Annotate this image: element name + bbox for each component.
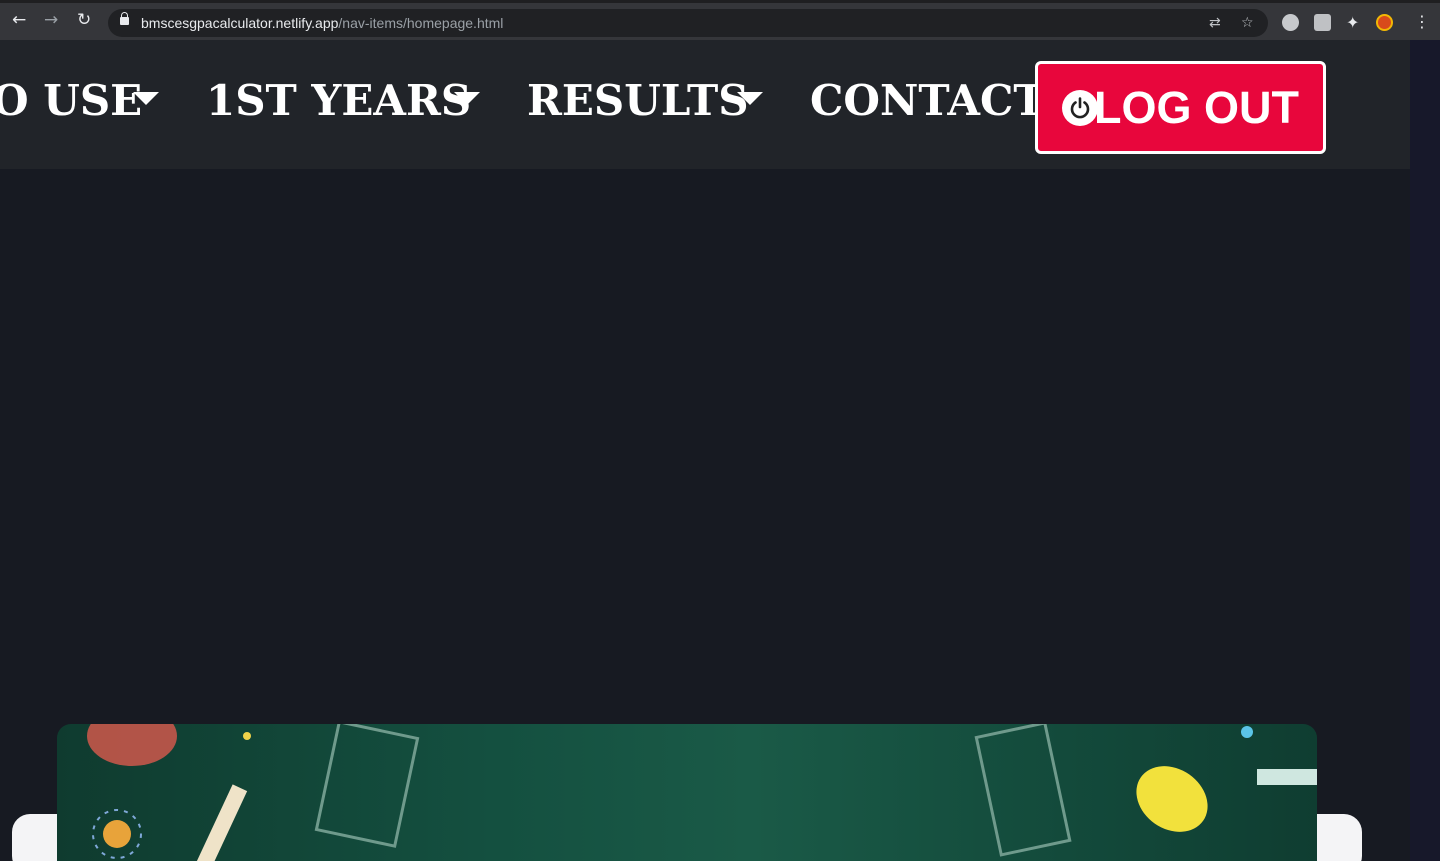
puzzle-extensions-icon[interactable]: ✦ <box>1346 13 1363 32</box>
logout-button[interactable]: LOG OUT <box>1035 61 1326 154</box>
translate-icon[interactable]: ⇄ <box>1209 15 1221 31</box>
url-text[interactable]: bmscesgpacalculator.netlify.app/nav-item… <box>141 15 503 31</box>
nav-contact[interactable]: CONTACT <box>810 76 1045 126</box>
chevron-down-icon[interactable] <box>737 92 763 105</box>
lock-icon <box>120 12 129 25</box>
logout-label: LOG OUT <box>1094 82 1299 133</box>
nav-results[interactable]: RESULTS <box>527 76 749 126</box>
power-icon <box>1062 90 1098 126</box>
nav-1st-years[interactable]: 1ST YEARS <box>206 76 471 126</box>
bookmark-star-icon[interactable]: ☆ <box>1241 15 1254 31</box>
chevron-down-icon[interactable] <box>133 92 159 105</box>
nav-how-to-use[interactable]: O USE <box>0 76 142 126</box>
extension-icon[interactable] <box>1314 14 1331 31</box>
chalkboard-hero-image <box>57 724 1317 861</box>
browser-toolbar: ← → ↻ bmscesgpacalculator.netlify.app/na… <box>0 0 1440 40</box>
address-bar[interactable]: bmscesgpacalculator.netlify.app/nav-item… <box>108 9 1268 37</box>
kebab-menu-icon[interactable]: ⋮ <box>1414 12 1430 31</box>
chevron-down-icon[interactable] <box>454 92 480 105</box>
profile-avatar-icon[interactable] <box>1376 14 1393 31</box>
back-icon[interactable]: ← <box>12 12 26 29</box>
forward-icon[interactable]: → <box>44 12 58 29</box>
reload-icon[interactable]: ↻ <box>77 12 91 29</box>
extension-icon[interactable] <box>1282 14 1299 31</box>
site-navbar: O USE 1ST YEARS RESULTS CONTACT LOG OUT <box>0 40 1410 169</box>
scroll-gutter <box>1410 40 1440 861</box>
